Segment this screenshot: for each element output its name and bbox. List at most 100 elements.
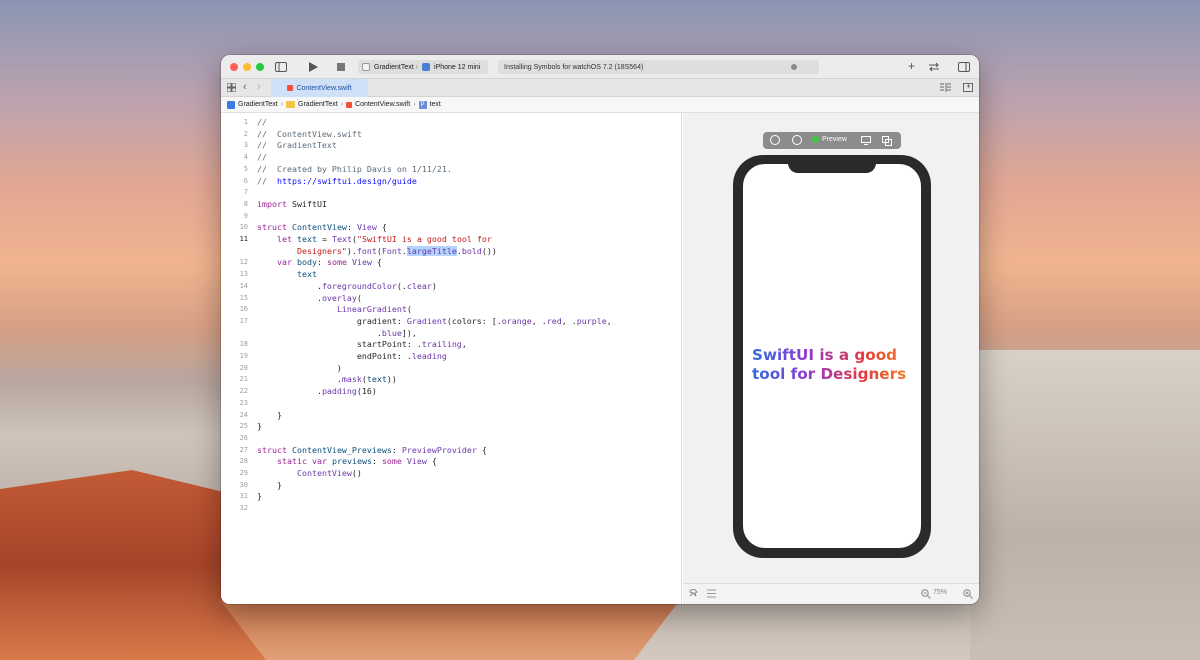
code-token: text (366, 374, 387, 385)
zoom-button[interactable] (256, 62, 264, 71)
code-token: : (346, 222, 357, 233)
code-token: blue (381, 327, 402, 338)
code-line[interactable]: 18 startPoint: .trailing, (221, 339, 681, 350)
device-settings-icon[interactable] (861, 136, 871, 147)
code-line[interactable]: 24 } (221, 410, 681, 421)
zoom-in-icon[interactable] (963, 589, 973, 601)
forward-icon[interactable]: › (257, 82, 261, 93)
code-line[interactable]: 17 gradient: Gradient(colors: [.orange, … (221, 316, 681, 327)
live-preview-icon[interactable] (770, 135, 780, 145)
zoom-out-icon[interactable] (921, 589, 931, 601)
list-icon[interactable] (707, 589, 716, 600)
code-line[interactable]: Designers").font(Font.largeTitle.bold()) (221, 245, 681, 257)
line-number: 32 (239, 504, 248, 513)
code-token: Gradient (406, 315, 447, 326)
code-line[interactable]: 16 LinearGradient( (221, 304, 681, 315)
run-icon[interactable] (308, 62, 318, 75)
target-icon (362, 63, 370, 71)
code-line[interactable]: 10 struct ContentView: View { (221, 222, 681, 233)
code-line[interactable]: 15 .overlay( (221, 293, 681, 304)
line-number: 10 (239, 223, 248, 232)
code-token: red (546, 315, 562, 326)
code-line[interactable]: 2 // ContentView.swift (221, 129, 681, 140)
code-line[interactable]: 9 (221, 211, 681, 222)
code-line[interactable]: 27 struct ContentView_Previews: PreviewPr… (221, 445, 681, 456)
code-line[interactable]: 4 // (221, 152, 681, 163)
inspect-preview-icon[interactable] (792, 135, 802, 145)
code-line[interactable]: 31} (221, 491, 681, 502)
code-token: , (606, 315, 612, 326)
sidebar-icon[interactable] (275, 62, 287, 75)
code-text: static var previews: some View { (257, 456, 437, 467)
code-line[interactable]: 26 (221, 433, 681, 444)
code-token: struct (257, 222, 287, 233)
code-text: } (257, 421, 262, 432)
code-line[interactable]: 20 ) (221, 363, 681, 374)
code-line[interactable]: 23 (221, 398, 681, 409)
code-line[interactable]: 29 ContentView() (221, 468, 681, 479)
code-line[interactable]: 19 endPoint: .leading (221, 351, 681, 362)
add-icon[interactable]: + (908, 60, 915, 72)
code-line[interactable]: 7 (221, 187, 681, 198)
code-token: trailing (421, 339, 462, 350)
scheme-selector[interactable]: GradientText › iPhone 12 mini (358, 60, 488, 74)
swap-icon[interactable] (928, 62, 940, 75)
code-line[interactable]: 25} (221, 421, 681, 432)
code-line[interactable]: 12 var body: some View { (221, 257, 681, 268)
code-token: text (296, 269, 317, 280)
code-line[interactable]: 3 // GradientText (221, 140, 681, 151)
code-token: var (311, 456, 327, 467)
tab-contentview-swift[interactable]: ContentView.swift (271, 79, 368, 97)
code-line[interactable]: 32 (221, 503, 681, 514)
line-number: 3 (243, 141, 248, 150)
code-line[interactable]: 22 .padding(16) (221, 386, 681, 397)
jumpbar-project[interactable]: GradientText (238, 101, 278, 108)
code-token: padding (321, 386, 357, 397)
preview-label: Preview (822, 136, 847, 143)
code-text: // ContentView.swift (257, 129, 362, 140)
code-token: let (276, 234, 292, 244)
duplicate-preview-icon[interactable] (882, 136, 892, 148)
line-number: 28 (239, 457, 248, 466)
grid-icon[interactable] (226, 82, 237, 95)
tab-label: ContentView.swift (296, 84, 352, 92)
jumpbar-file[interactable]: ContentView.swift (355, 101, 410, 108)
code-token: static (276, 456, 307, 467)
code-line[interactable]: 5 // Created by Philip Davis on 1/11/21. (221, 164, 681, 175)
zoom-level[interactable]: 75% (933, 589, 947, 596)
code-line[interactable]: 6 // https://swiftui.design/guide (221, 176, 681, 187)
code-token: Designers" (296, 245, 347, 256)
split-editor-icon[interactable] (963, 83, 973, 95)
stop-icon[interactable] (337, 63, 345, 74)
code-line[interactable]: 14 .foregroundColor(.clear) (221, 281, 681, 292)
code-text: gradient: Gradient(colors: [.orange, .re… (257, 316, 612, 327)
code-token: some (326, 257, 347, 268)
source-editor[interactable]: 1 // 2 // ContentView.swift 3// GradientText… (221, 113, 682, 604)
chevron-right-icon: › (415, 63, 419, 71)
line-number: 1 (243, 118, 248, 126)
code-text: // (257, 117, 267, 128)
code-line[interactable]: 1 // (221, 117, 681, 128)
code-line[interactable]: .blue]), (221, 328, 681, 339)
line-number: 2 (243, 129, 248, 138)
jumpbar-group[interactable]: GradientText (298, 101, 338, 108)
preview-toggle[interactable]: Preview (812, 136, 847, 143)
minimize-button[interactable] (243, 62, 251, 71)
code-line[interactable]: 8 import SwiftUI (221, 199, 681, 210)
code-line[interactable]: 13 text (221, 269, 681, 280)
code-line[interactable]: 21 .mask(text)) (221, 374, 681, 385)
device-name: iPhone 12 mini (434, 63, 481, 71)
close-button[interactable] (230, 62, 238, 71)
code-token: body (296, 257, 317, 268)
jumpbar-symbol[interactable]: text (430, 101, 441, 108)
device-notch (788, 155, 876, 173)
inspector-icon[interactable] (958, 62, 970, 75)
code-line[interactable]: 30 } (221, 480, 681, 491)
pin-icon[interactable] (689, 588, 699, 601)
editor-options-icon[interactable] (940, 83, 951, 95)
back-icon[interactable]: ‹ (243, 82, 247, 93)
code-line[interactable]: 28 static var previews: some View { (221, 456, 681, 467)
code-line[interactable]: 11 let text = Text("SwiftUI is a good to… (221, 234, 681, 245)
